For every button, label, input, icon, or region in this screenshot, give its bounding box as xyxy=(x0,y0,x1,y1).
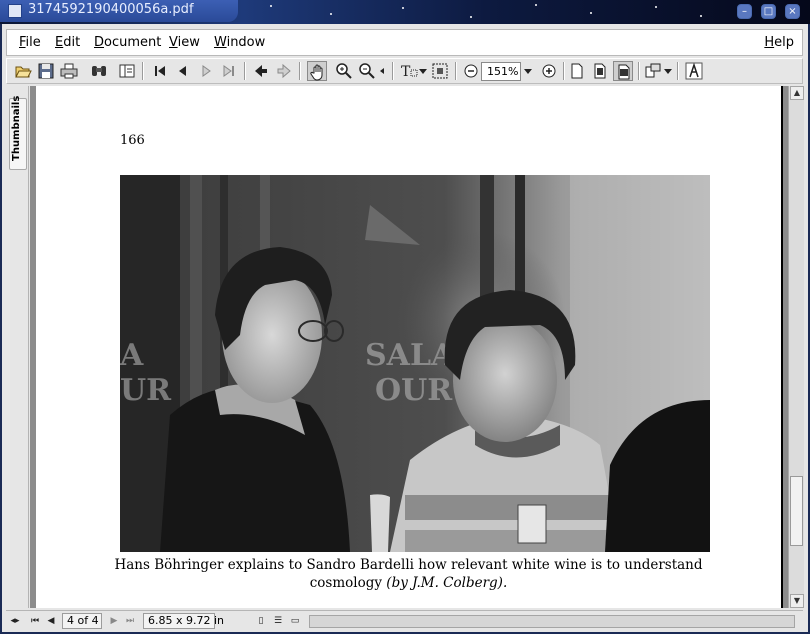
next-page-icon[interactable] xyxy=(196,61,216,81)
go-back-icon[interactable] xyxy=(251,61,271,81)
previous-page-icon[interactable] xyxy=(173,61,193,81)
caption-credit: (by J.M. Colberg). xyxy=(386,575,508,591)
navigation-panel: Thumbnails xyxy=(6,86,29,608)
status-first-page-icon[interactable]: ⏮ xyxy=(28,614,42,628)
open-icon[interactable] xyxy=(13,61,33,81)
select-tool-dropdown-icon[interactable] xyxy=(418,61,428,81)
maximize-button[interactable]: □ xyxy=(761,4,776,19)
scroll-up-arrow-icon[interactable]: ▲ xyxy=(790,86,804,100)
acrobat-logo-icon xyxy=(684,61,704,81)
zoom-level-dropdown-icon[interactable] xyxy=(522,61,534,81)
photo-caption: Hans Böhringer explains to Sandro Bardel… xyxy=(86,556,731,592)
title-tab[interactable]: 3174592190400056a.pdf xyxy=(0,0,238,22)
document-view[interactable]: 166 A UR SALA OUR Hans Böhringer explain… xyxy=(30,86,788,608)
thumbnails-tab[interactable]: Thumbnails xyxy=(9,95,27,170)
menu-help[interactable]: Help xyxy=(764,35,794,50)
page-indicator[interactable]: 4 of 4 xyxy=(62,613,102,629)
first-page-icon[interactable] xyxy=(150,61,170,81)
thumbnails-tab-label: Thumbnails xyxy=(11,95,22,161)
text-select-tool-icon[interactable]: T xyxy=(399,61,419,81)
go-forward-icon[interactable] xyxy=(274,61,294,81)
menu-edit[interactable]: Edit xyxy=(55,35,80,50)
toolbar: T 151% xyxy=(6,58,803,84)
save-icon[interactable] xyxy=(36,61,56,81)
photograph: A UR SALA OUR xyxy=(120,175,710,552)
zoom-in-tool-icon[interactable] xyxy=(334,61,354,81)
window-title-bar: 3174592190400056a.pdf – □ × xyxy=(0,0,810,24)
scroll-down-arrow-icon[interactable]: ▼ xyxy=(790,594,804,608)
svg-text:UR: UR xyxy=(120,373,172,408)
status-next-page-icon[interactable]: ▶ xyxy=(107,614,121,628)
pdf-app-icon xyxy=(8,4,22,18)
svg-text:A: A xyxy=(120,338,144,373)
fit-page-icon[interactable] xyxy=(590,61,610,81)
facing-layout-icon[interactable]: ▭ xyxy=(288,614,302,628)
find-binoculars-icon[interactable] xyxy=(89,61,109,81)
svg-text:T: T xyxy=(401,64,411,80)
vertical-scrollbar[interactable]: ▲ ▼ xyxy=(788,86,804,608)
menu-file[interactable]: File xyxy=(19,35,41,50)
single-page-layout-icon[interactable]: ▯ xyxy=(254,614,268,628)
rotate-view-icon[interactable] xyxy=(643,61,663,81)
acrobat-window: File Edit Document View Window Help T 15… xyxy=(2,24,808,632)
zoom-out-button-icon[interactable] xyxy=(461,61,481,81)
status-last-page-icon[interactable]: ⏭ xyxy=(123,614,137,628)
page-number: 166 xyxy=(120,133,145,148)
continuous-layout-icon[interactable]: ☰ xyxy=(271,614,285,628)
menu-view[interactable]: View xyxy=(169,35,200,50)
pdf-page: 166 A UR SALA OUR Hans Böhringer explain… xyxy=(36,86,781,608)
actual-size-icon[interactable] xyxy=(567,61,587,81)
show-navigation-pane-icon[interactable] xyxy=(117,61,137,81)
panel-toggle-icon[interactable]: ◂▸ xyxy=(8,614,22,628)
vertical-scroll-thumb[interactable] xyxy=(790,476,803,546)
page-size-indicator: 6.85 x 9.72 in xyxy=(143,613,224,629)
zoom-tool-dropdown-icon[interactable] xyxy=(378,61,388,81)
menu-window[interactable]: Window xyxy=(214,35,265,50)
window-title: 3174592190400056a.pdf xyxy=(28,2,194,17)
minimize-button[interactable]: – xyxy=(737,4,752,19)
print-icon[interactable] xyxy=(59,61,79,81)
fit-width-icon[interactable] xyxy=(613,61,633,81)
menu-bar: File Edit Document View Window Help xyxy=(6,29,803,56)
horizontal-scrollbar[interactable] xyxy=(309,615,795,628)
zoom-in-button-icon[interactable] xyxy=(539,61,559,81)
hand-tool-icon[interactable] xyxy=(307,61,327,81)
rotate-dropdown-icon[interactable] xyxy=(663,61,673,81)
zoom-level-input[interactable]: 151% xyxy=(481,62,521,81)
close-button[interactable]: × xyxy=(785,4,800,19)
menu-document[interactable]: Document xyxy=(94,35,161,50)
zoom-out-tool-icon[interactable] xyxy=(357,61,377,81)
snapshot-tool-icon[interactable] xyxy=(430,61,450,81)
svg-text:OUR: OUR xyxy=(375,373,453,408)
svg-text:SALA: SALA xyxy=(365,338,455,373)
status-bar: ◂▸ ⏮ ◀ 4 of 4 ▶ ⏭ 6.85 x 9.72 in ▯ ☰ ▭ xyxy=(6,610,803,630)
last-page-icon[interactable] xyxy=(219,61,239,81)
status-previous-page-icon[interactable]: ◀ xyxy=(44,614,58,628)
